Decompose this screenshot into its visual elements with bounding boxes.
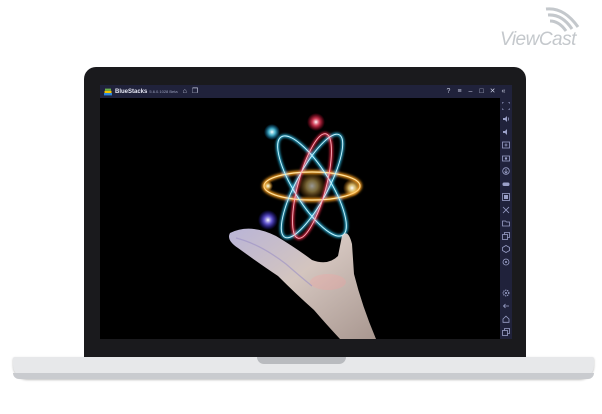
screenshot-icon[interactable] bbox=[501, 153, 511, 163]
fullscreen-icon[interactable] bbox=[501, 101, 511, 111]
multi-instance-icon[interactable]: ❐ bbox=[192, 85, 198, 98]
folder-icon[interactable] bbox=[501, 218, 511, 228]
menu-icon[interactable]: ≡ bbox=[454, 85, 465, 98]
eco-mode-icon[interactable] bbox=[501, 244, 511, 254]
install-apk-icon[interactable] bbox=[501, 166, 511, 176]
bluestacks-sidebar bbox=[500, 98, 512, 339]
multi-instance-icon[interactable] bbox=[501, 231, 511, 241]
game-controls-icon[interactable] bbox=[501, 179, 511, 189]
bluestacks-titlebar: BlueStacks 5.6.0.1028 Beta ⌂ ❐ ? ≡ – □ ✕… bbox=[100, 85, 512, 98]
settings-icon[interactable] bbox=[501, 288, 511, 298]
macro-icon[interactable] bbox=[501, 192, 511, 202]
home-icon[interactable] bbox=[501, 314, 511, 324]
game-viewport[interactable] bbox=[100, 98, 500, 339]
back-icon[interactable] bbox=[501, 301, 511, 311]
maximize-icon[interactable]: □ bbox=[476, 85, 487, 98]
viewcast-logo-text: ViewCast bbox=[500, 29, 576, 50]
keymap-icon[interactable] bbox=[501, 140, 511, 150]
viewcast-logo: ViewCast bbox=[500, 5, 596, 53]
volume-down-icon[interactable] bbox=[501, 127, 511, 137]
bluestacks-logo-icon bbox=[104, 88, 112, 95]
volume-up-icon[interactable] bbox=[501, 114, 511, 124]
resize-icon[interactable] bbox=[501, 205, 511, 215]
laptop-screen: BlueStacks 5.6.0.1028 Beta ⌂ ❐ ? ≡ – □ ✕… bbox=[100, 85, 512, 339]
app-name: BlueStacks bbox=[115, 88, 148, 95]
atom-hand-image bbox=[229, 113, 376, 339]
app-version: 5.6.0.1028 Beta bbox=[149, 89, 178, 94]
help-icon[interactable]: ? bbox=[443, 85, 454, 98]
sync-icon[interactable] bbox=[501, 257, 511, 267]
laptop-hinge bbox=[257, 357, 346, 364]
recent-apps-icon[interactable] bbox=[501, 327, 511, 337]
minimize-icon[interactable]: – bbox=[465, 85, 476, 98]
collapse-sidebar-icon[interactable]: « bbox=[498, 85, 509, 98]
close-icon[interactable]: ✕ bbox=[487, 85, 498, 98]
home-icon[interactable]: ⌂ bbox=[183, 85, 187, 98]
